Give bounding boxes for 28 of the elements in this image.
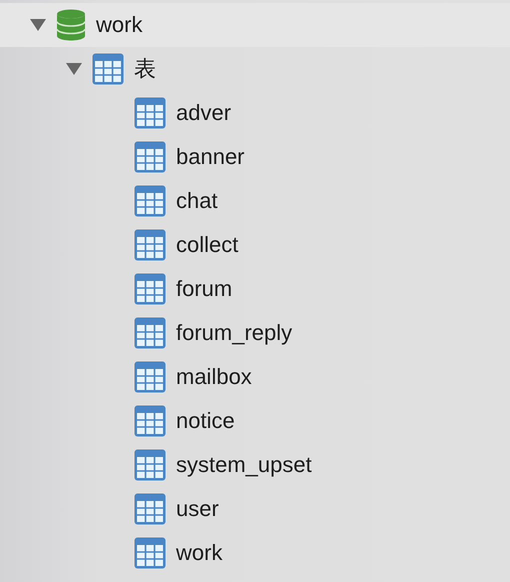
tree-item[interactable]: collect: [0, 223, 510, 267]
tree-item[interactable]: user: [0, 487, 510, 531]
tree-item[interactable]: adver: [0, 91, 510, 135]
collapse-arrow-icon[interactable]: [66, 62, 82, 76]
tree-item[interactable]: system_upset: [0, 443, 510, 487]
table-icon: [134, 97, 166, 129]
tree-item[interactable]: forum_reply: [0, 311, 510, 355]
table-icon: [134, 537, 166, 569]
tree-item[interactable]: work: [0, 531, 510, 575]
table-icon: [134, 185, 166, 217]
table-icon: [134, 361, 166, 393]
tree-item[interactable]: banner: [0, 135, 510, 179]
tree-item[interactable]: chat: [0, 179, 510, 223]
table-icon: [134, 317, 166, 349]
table-icon: [134, 273, 166, 305]
table-icon: [134, 405, 166, 437]
table-icon: [92, 53, 124, 85]
table-icon: [134, 493, 166, 525]
collapse-arrow-icon[interactable]: [30, 18, 46, 32]
tree-item[interactable]: mailbox: [0, 355, 510, 399]
tree-item[interactable]: 表: [0, 47, 510, 91]
table-icon: [134, 141, 166, 173]
table-icon: [134, 449, 166, 481]
tree-item[interactable]: forum: [0, 267, 510, 311]
tree-item[interactable]: notice: [0, 399, 510, 443]
database-icon: [56, 9, 86, 41]
table-icon: [134, 229, 166, 261]
tree-item[interactable]: work: [0, 3, 510, 47]
